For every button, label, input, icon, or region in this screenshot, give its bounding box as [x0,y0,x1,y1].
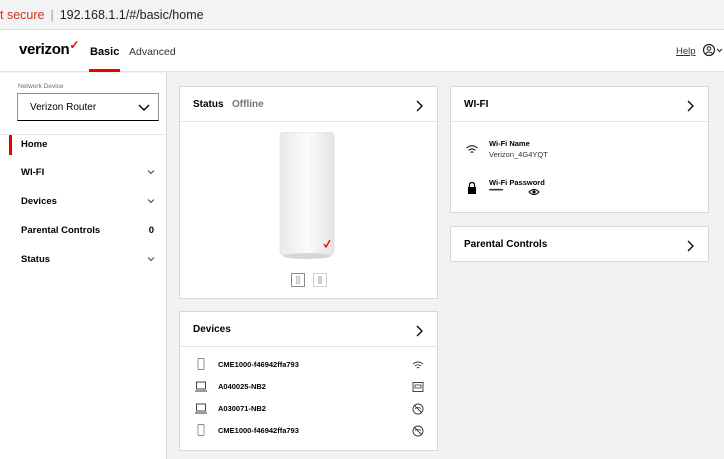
url-text[interactable]: 192.168.1.1/#/basic/home [60,8,204,22]
network-device-label: Network Device [18,83,64,90]
security-indicator[interactable]: t secure [0,8,44,22]
ethernet-icon [412,382,424,392]
status-card-header[interactable]: Status Offline [180,87,437,122]
wifi-icon [412,361,424,369]
chevron-right-icon[interactable] [415,325,423,337]
sidebar-item-label: Status [21,254,51,265]
wifi-card: WI-FI Wi-Fi Name Verizon_4G4YQT Wi-Fi Pa… [450,86,709,213]
status-card-title: Status [193,99,224,110]
sidebar: Network Device Verizon Router Home WI-FI… [0,73,167,459]
lock-icon [468,181,476,194]
status-state-label: Offline [232,99,264,110]
tab-advanced[interactable]: Advanced [129,46,176,58]
sidebar-item-wifi[interactable]: WI-FI [0,163,167,183]
network-device-value: Verizon Router [30,102,97,113]
sidebar-item-devices[interactable]: Devices [0,192,167,212]
parental-controls-card-title: Parental Controls [464,239,548,250]
logo-text: verizon [19,41,70,58]
help-link[interactable]: Help [676,46,696,57]
sidebar-item-label: Parental Controls [21,225,101,236]
logo-check-icon: ✓ [69,38,80,52]
wifi-off-icon [412,425,424,437]
phone-icon [197,424,205,436]
laptop-icon [195,381,207,392]
chevron-right-icon[interactable] [686,240,694,252]
devices-card-header[interactable]: Devices [180,312,437,347]
chevron-down-icon [138,104,150,111]
wifi-password-value: •••••••••••• [489,188,503,194]
wifi-off-icon [412,403,424,415]
eye-icon[interactable] [528,188,540,196]
chevron-down-icon [147,199,155,204]
tab-basic[interactable]: Basic [88,46,121,72]
router-image [279,132,335,259]
chevron-down-icon [147,170,155,175]
parental-controls-card[interactable]: Parental Controls [450,226,709,262]
verizon-logo[interactable]: verizon✓ [19,38,80,58]
sidebar-item-parental-controls[interactable]: Parental Controls 0 [0,221,167,241]
device-name: A030071-NB2 [218,404,266,413]
chevron-right-icon[interactable] [686,100,694,112]
sidebar-item-label: Devices [21,196,57,207]
device-row[interactable]: A030071-NB2 [180,400,438,420]
network-device-select[interactable]: Verizon Router [17,93,159,121]
device-row[interactable]: CME1000-f46942ffa793 [180,422,438,442]
sidebar-item-label: Home [21,139,48,150]
devices-card-title: Devices [193,324,231,335]
user-menu-button[interactable] [702,43,724,57]
parental-controls-count: 0 [148,225,154,236]
status-card: Status Offline [179,86,438,299]
wifi-card-title: WI-FI [464,99,489,110]
browser-address-bar[interactable]: t secure | 192.168.1.1/#/basic/home [0,0,724,30]
device-name: A040025-NB2 [218,382,266,391]
user-circle-icon [702,43,723,57]
router-view-thumbnail-front[interactable] [291,273,305,287]
wifi-card-header[interactable]: WI-FI [451,87,708,122]
devices-card: Devices CME1000-f46942ffa793 A040025-NB2… [179,311,438,451]
url-separator: | [50,7,54,22]
wifi-password-label: Wi-Fi Password [489,178,545,187]
laptop-icon [195,403,207,414]
device-name: CME1000-f46942ffa793 [218,360,299,369]
device-name: CME1000-f46942ffa793 [218,426,299,435]
wifi-name-value: Verizon_4G4YQT [489,150,548,159]
router-view-thumbnail-side[interactable] [313,273,327,287]
sidebar-item-home[interactable]: Home [0,135,167,155]
sidebar-item-label: WI-FI [21,167,45,178]
chevron-down-icon [147,257,155,262]
top-header: verizon✓ Basic Advanced Help [0,30,724,72]
wifi-name-label: Wi-Fi Name [489,139,530,148]
wifi-icon [466,145,478,153]
chevron-right-icon[interactable] [415,100,423,112]
device-row[interactable]: CME1000-f46942ffa793 [180,356,438,376]
phone-icon [197,358,205,370]
device-row[interactable]: A040025-NB2 [180,378,438,398]
sidebar-item-status[interactable]: Status [0,250,167,270]
